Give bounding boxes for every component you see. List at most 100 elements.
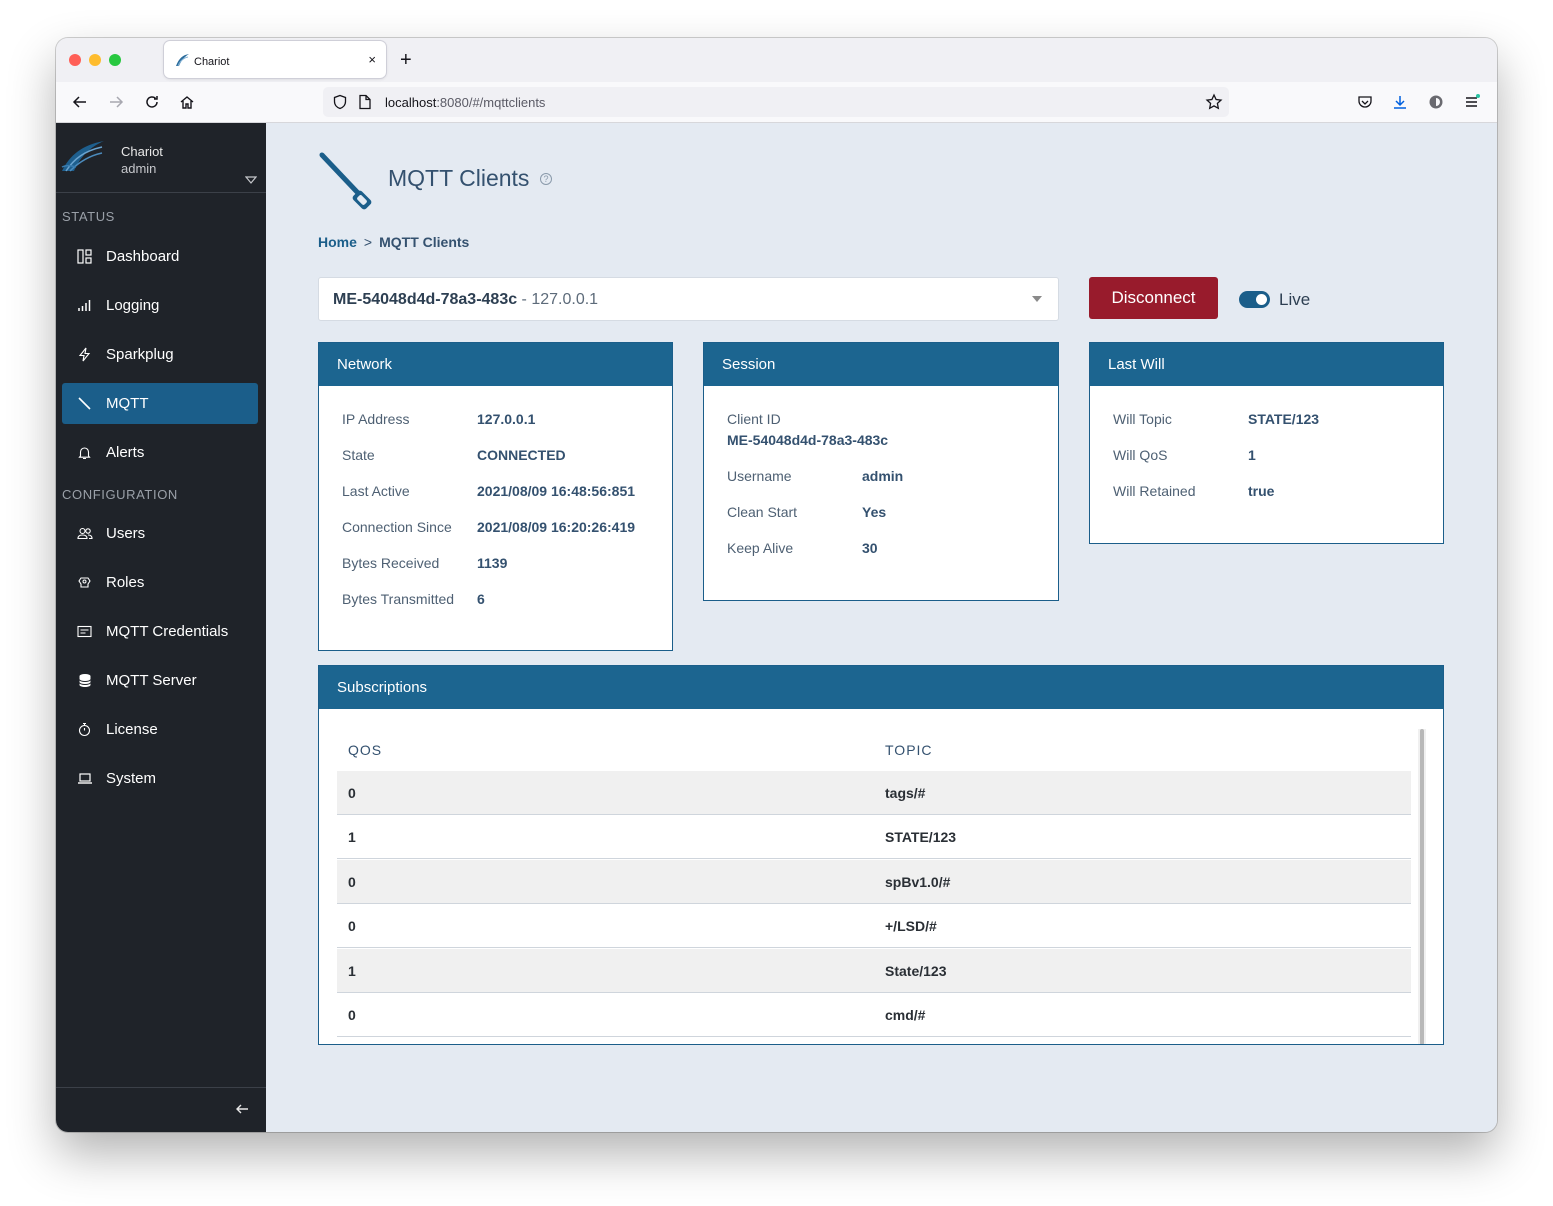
sidebar: Chariot admin STATUS Dashboard Logging S… bbox=[56, 123, 266, 1132]
topic-cell: cmd/# bbox=[885, 1007, 926, 1023]
stopwatch-icon bbox=[76, 721, 93, 738]
browser-window: Chariot × + localhost:8080/#/mqttclients bbox=[56, 38, 1497, 1132]
disconnect-button[interactable]: Disconnect bbox=[1089, 277, 1218, 319]
users-icon bbox=[76, 525, 93, 542]
table-row[interactable]: 0 +/LSD/# bbox=[337, 904, 1411, 948]
client-select[interactable]: ME-54048d4d-78a3-483c - 127.0.0.1 bbox=[318, 277, 1059, 321]
sidebar-item-users[interactable]: Users bbox=[62, 513, 258, 554]
sidebar-item-license[interactable]: License bbox=[62, 709, 258, 750]
client-id-value: ME-54048d4d-78a3-483c bbox=[727, 432, 889, 448]
subscriptions-card: Subscriptions QOS TOPIC 0 tags/# 1 STATE… bbox=[318, 665, 1444, 1045]
browser-tab[interactable]: Chariot × bbox=[164, 41, 386, 78]
bar-chart-icon bbox=[76, 297, 93, 314]
sidebar-item-dashboard[interactable]: Dashboard bbox=[62, 236, 258, 277]
session-card-title: Session bbox=[704, 343, 1058, 386]
will-topic-value: STATE/123 bbox=[1248, 411, 1320, 427]
table-header: QOS TOPIC bbox=[337, 729, 1411, 771]
sidebar-item-logging[interactable]: Logging bbox=[62, 285, 258, 326]
table-scrollbar[interactable] bbox=[1418, 729, 1426, 1044]
table-row[interactable]: 0 spBv1.0/# bbox=[337, 860, 1411, 904]
collapse-sidebar-arrow-icon[interactable] bbox=[234, 1102, 250, 1116]
current-user: admin bbox=[121, 161, 157, 176]
url-path: :8080/#/mqttclients bbox=[436, 95, 546, 110]
url-bar[interactable]: localhost:8080/#/mqttclients bbox=[323, 87, 1229, 117]
close-window-button[interactable] bbox=[69, 54, 81, 66]
ip-address-label: IP Address bbox=[342, 411, 410, 427]
qos-column-header[interactable]: QOS bbox=[348, 742, 382, 758]
new-tab-button[interactable]: + bbox=[400, 49, 412, 72]
sidebar-item-mqtt[interactable]: MQTT bbox=[62, 383, 258, 424]
forward-arrow-icon[interactable] bbox=[106, 92, 126, 112]
live-label: Live bbox=[1279, 290, 1311, 309]
tab-bar: Chariot × + bbox=[56, 38, 1497, 82]
account-icon[interactable] bbox=[1426, 92, 1446, 112]
navigation-toolbar: localhost:8080/#/mqttclients bbox=[56, 82, 1497, 123]
page-title: MQTT Clients bbox=[388, 165, 530, 191]
sidebar-item-label: System bbox=[106, 770, 157, 787]
shield-icon[interactable] bbox=[332, 94, 348, 110]
maximize-window-button[interactable] bbox=[109, 54, 121, 66]
clean-start-value: Yes bbox=[862, 504, 887, 520]
breadcrumb-home-link[interactable]: Home bbox=[318, 234, 357, 250]
home-icon[interactable] bbox=[177, 92, 197, 112]
clean-start-label: Clean Start bbox=[727, 504, 798, 520]
status-section-label: STATUS bbox=[62, 209, 115, 224]
url-text[interactable]: localhost:8080/#/mqttclients bbox=[385, 95, 545, 110]
table-row[interactable]: 1 State/123 bbox=[337, 949, 1411, 993]
network-card-title: Network bbox=[319, 343, 672, 386]
breadcrumb: Home > MQTT Clients bbox=[318, 234, 469, 250]
dashboard-icon bbox=[76, 248, 93, 265]
topic-column-header[interactable]: TOPIC bbox=[885, 742, 933, 758]
tab-close-icon[interactable]: × bbox=[368, 52, 376, 67]
table-row[interactable]: 0 cmd/# bbox=[337, 993, 1411, 1037]
scrollbar-thumb[interactable] bbox=[1420, 729, 1424, 1044]
live-toggle[interactable] bbox=[1239, 291, 1270, 308]
selected-client-id: ME-54048d4d-78a3-483c bbox=[333, 291, 518, 308]
menu-icon[interactable] bbox=[1462, 92, 1482, 112]
sidebar-item-mqtt-credentials[interactable]: MQTT Credentials bbox=[62, 611, 258, 652]
chariot-logo-icon bbox=[61, 141, 104, 172]
table-row[interactable]: 1 STATE/123 bbox=[337, 815, 1411, 859]
qos-cell: 1 bbox=[348, 963, 356, 979]
ip-address-value: 127.0.0.1 bbox=[477, 411, 536, 427]
sidebar-footer bbox=[56, 1087, 266, 1132]
brand-name: Chariot bbox=[121, 144, 163, 159]
database-icon bbox=[76, 672, 93, 689]
bookmark-star-icon[interactable] bbox=[1205, 93, 1223, 111]
bytes-received-value: 1139 bbox=[477, 555, 508, 571]
sidebar-item-system[interactable]: System bbox=[62, 758, 258, 799]
network-card: Network IP Address 127.0.0.1 State CONNE… bbox=[318, 342, 673, 651]
chariot-favicon-icon bbox=[176, 54, 189, 67]
bytes-transmitted-value: 6 bbox=[477, 591, 485, 607]
keep-alive-value: 30 bbox=[862, 540, 878, 556]
user-menu-caret-icon[interactable] bbox=[245, 175, 257, 185]
bytes-received-label: Bytes Received bbox=[342, 555, 440, 571]
qos-cell: 0 bbox=[348, 785, 356, 801]
reload-icon[interactable] bbox=[142, 92, 162, 112]
connection-since-label: Connection Since bbox=[342, 519, 452, 535]
wrench-icon bbox=[76, 395, 93, 412]
sidebar-item-label: MQTT Server bbox=[106, 672, 197, 689]
sidebar-item-roles[interactable]: Roles bbox=[62, 562, 258, 603]
bytes-transmitted-label: Bytes Transmitted bbox=[342, 591, 455, 607]
minimize-window-button[interactable] bbox=[89, 54, 101, 66]
chevron-down-icon[interactable] bbox=[1031, 295, 1043, 303]
page-icon[interactable] bbox=[358, 94, 372, 110]
sidebar-item-label: MQTT Credentials bbox=[106, 623, 229, 640]
pocket-icon[interactable] bbox=[1355, 92, 1375, 112]
sidebar-item-mqtt-server[interactable]: MQTT Server bbox=[62, 660, 258, 701]
connection-since-value: 2021/08/09 16:20:26:419 bbox=[477, 519, 636, 535]
sidebar-item-label: Alerts bbox=[106, 444, 145, 461]
help-icon[interactable]: ? bbox=[540, 173, 552, 185]
back-arrow-icon[interactable] bbox=[70, 92, 90, 112]
last-will-card-title: Last Will bbox=[1090, 343, 1443, 386]
sidebar-item-alerts[interactable]: Alerts bbox=[62, 432, 258, 473]
state-value: CONNECTED bbox=[477, 447, 566, 463]
sidebar-item-sparkplug[interactable]: Sparkplug bbox=[62, 334, 258, 375]
selected-client-ip: - 127.0.0.1 bbox=[517, 291, 599, 308]
qos-cell: 0 bbox=[348, 1007, 356, 1023]
username-value: admin bbox=[862, 468, 904, 484]
table-row[interactable]: 0 tags/# bbox=[337, 771, 1411, 815]
brand-header[interactable]: Chariot admin bbox=[56, 123, 266, 193]
downloads-icon[interactable] bbox=[1390, 92, 1410, 112]
